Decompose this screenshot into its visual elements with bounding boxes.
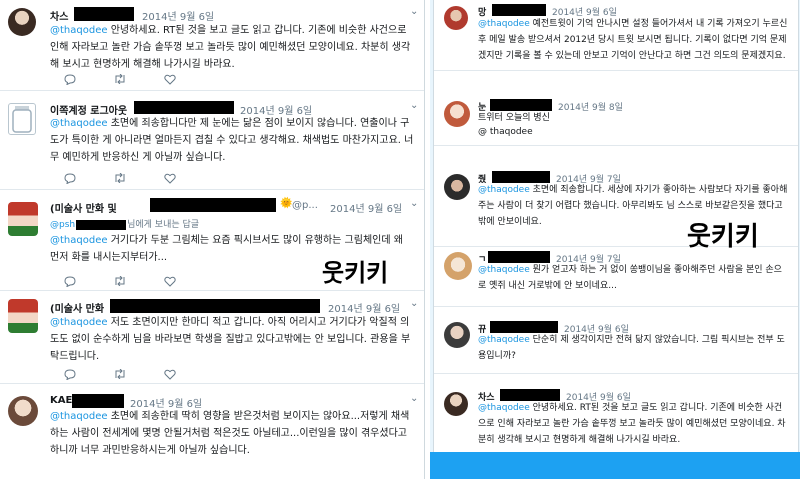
mention-link[interactable]: @thaqodee xyxy=(50,411,108,422)
chevron-down-icon[interactable]: ⌄ xyxy=(410,298,418,309)
tweet-actions xyxy=(62,171,178,185)
user-name[interactable]: (미술사 만화 및 xyxy=(50,200,117,215)
timeline-column: 망 2014년 9월 6일 @thaqodee 예전트윗이 기억 안나시면 설정… xyxy=(433,0,799,452)
redacted-handle xyxy=(110,299,320,313)
retweet-icon[interactable] xyxy=(112,367,128,381)
like-icon[interactable] xyxy=(162,367,178,381)
retweet-icon[interactable] xyxy=(112,72,128,86)
reply-icon[interactable] xyxy=(62,367,78,381)
reply-icon[interactable] xyxy=(62,72,78,86)
mention-link[interactable]: @thaqodee xyxy=(50,235,108,246)
retweet-icon[interactable] xyxy=(112,274,128,288)
user-name[interactable]: (미술사 만화 xyxy=(50,300,104,315)
tweet-actions xyxy=(62,72,178,86)
redacted-handle xyxy=(72,394,124,408)
redacted-handle xyxy=(76,219,127,230)
tweet-card[interactable]: 차스 2014년 9월 6일 @thaqodee 안녕하세요. RT된 것을 보… xyxy=(434,386,798,452)
chevron-down-icon[interactable]: ⌄ xyxy=(410,393,418,404)
tweet-actions xyxy=(62,274,178,288)
reply-mention[interactable]: @psh xyxy=(50,220,75,230)
user-avatar[interactable] xyxy=(8,8,36,36)
tweet-text: @thaqodee 안녕하세요. RT된 것을 보고 글도 읽고 갑니다. 기존… xyxy=(478,403,786,445)
tweet-date[interactable]: 2014년 9월 6일 xyxy=(330,200,402,215)
anime-avatar[interactable] xyxy=(8,299,38,333)
redacted-handle xyxy=(150,198,276,212)
redacted-handle xyxy=(492,4,546,16)
like-icon[interactable] xyxy=(162,72,178,86)
tweet-text: @thaqodee 초면에 죄송한데 딱히 영향을 받은것처럼 보이지는 않아요… xyxy=(50,411,410,456)
tweet-text: @thaqodee 초면에 죄송합니다만 제 눈에는 닮은 점이 보이지 않습니… xyxy=(50,118,414,163)
tweet-date[interactable]: 2014년 9월 6일 xyxy=(328,300,400,315)
reply-context: @psh 님에게 보내는 답글 xyxy=(50,219,200,230)
tweet-text: @thaqodee 저도 초면이지만 한마디 적고 갑니다. 아직 어리시고 거… xyxy=(50,317,411,362)
chevron-down-icon[interactable]: ⌄ xyxy=(410,198,418,209)
retweet-icon[interactable] xyxy=(112,171,128,185)
tweet-date[interactable]: 2014년 9월 6일 xyxy=(142,8,214,23)
sun-emoji-icon: 🌞 xyxy=(280,198,293,209)
user-avatar[interactable] xyxy=(444,392,468,416)
tweet-card[interactable]: 차스 2014년 9월 6일 ⌄ @thaqodee 안녕하세요. RT된 것을… xyxy=(0,0,424,91)
tweet-card[interactable]: 뀨 2014년 9월 6일 @thaqodee 단순히 제 생각이지만 전혀 닮… xyxy=(434,318,798,374)
mention-link[interactable]: @ thaqodee xyxy=(478,124,790,140)
tweet-text: @thaqodee 뭔가 얻고자 하는 거 없이 쏭뱅이님을 좋아해주던 사람을… xyxy=(478,265,782,291)
mention-link[interactable]: @thaqodee xyxy=(50,317,108,328)
user-name[interactable]: 차스 xyxy=(50,8,68,23)
tweet-card[interactable]: (미술사 만화 2014년 9월 6일 ⌄ @thaqodee 저도 초면이지만… xyxy=(0,291,424,384)
tweet-card[interactable]: 이쪽계정 로그아웃 2014년 9월 6일 ⌄ @thaqodee 초면에 죄송… xyxy=(0,91,424,190)
mention-link[interactable]: @thaqodee xyxy=(478,265,530,275)
mention-link[interactable]: @thaqodee xyxy=(50,25,108,36)
tweet-card[interactable]: KAE 2014년 9월 6일 ⌄ @thaqodee 초면에 죄송한데 딱히 … xyxy=(0,384,424,479)
reply-icon[interactable] xyxy=(62,274,78,288)
default-jar-avatar[interactable] xyxy=(8,103,36,135)
reply-icon[interactable] xyxy=(62,171,78,185)
tweet-text: @thaqodee 단순히 제 생각이지만 전혀 닮지 않았습니다. 그림 픽시… xyxy=(478,335,785,361)
mention-link[interactable]: @thaqodee xyxy=(478,185,530,195)
right-timeline: 망 2014년 9월 6일 @thaqodee 예전트윗이 기억 안나시면 설정… xyxy=(430,0,800,479)
tweet-card[interactable]: ㄱ 2014년 9월 7일 @thaqodee 뭔가 얻고자 하는 거 없이 쏭… xyxy=(434,248,798,307)
mention-link[interactable]: @thaqodee xyxy=(478,403,530,413)
chevron-down-icon[interactable]: ⌄ xyxy=(410,6,418,17)
mention-link[interactable]: @thaqodee xyxy=(50,118,108,129)
overlay-caption: 웃키키 xyxy=(322,259,389,287)
mention-link[interactable]: @thaqodee xyxy=(478,335,530,345)
left-timeline: 차스 2014년 9월 6일 ⌄ @thaqodee 안녕하세요. RT된 것을… xyxy=(0,0,425,479)
chevron-down-icon[interactable]: ⌄ xyxy=(410,100,418,111)
tweet-card[interactable]: 눈 2014년 9월 8일 트위터 오늘의 병신 @ thaqodee xyxy=(434,95,798,146)
anime-avatar[interactable] xyxy=(8,202,38,236)
like-icon[interactable] xyxy=(162,274,178,288)
like-icon[interactable] xyxy=(162,171,178,185)
accent-bar xyxy=(430,452,800,479)
user-avatar[interactable] xyxy=(444,174,470,200)
tweet-text: @thaqodee 예전트윗이 기억 안나시면 설정 들어가셔서 내 기록 가져… xyxy=(478,19,788,61)
user-name[interactable]: KAE xyxy=(50,395,72,406)
user-avatar[interactable] xyxy=(444,101,470,127)
tweet-actions xyxy=(62,367,178,381)
tweet-card[interactable]: 망 2014년 9월 6일 @thaqodee 예전트윗이 기억 안나시면 설정… xyxy=(434,0,798,71)
tweet-text: @thaqodee 안녕하세요. RT된 것을 보고 글도 읽고 갑니다. 기존… xyxy=(50,25,411,70)
user-avatar[interactable] xyxy=(8,396,38,426)
user-avatar[interactable] xyxy=(444,6,468,30)
handle-chip[interactable]: @p... xyxy=(292,200,318,211)
mention-link[interactable]: @thaqodee xyxy=(478,19,530,29)
redacted-handle xyxy=(134,101,234,114)
user-avatar[interactable] xyxy=(444,322,470,348)
user-avatar[interactable] xyxy=(444,252,472,280)
redacted-handle xyxy=(74,7,134,21)
